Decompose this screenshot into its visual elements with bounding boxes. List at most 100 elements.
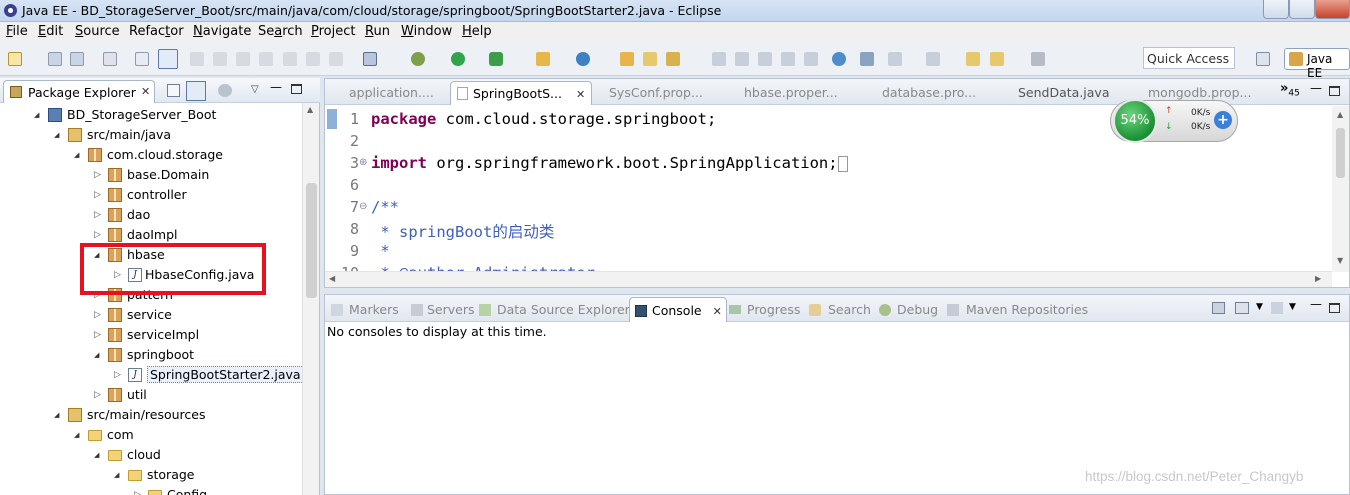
tab-progress[interactable]: Progress [729,302,800,317]
resume-icon[interactable] [190,52,204,66]
network-speed-widget[interactable]: 54% ↑ 0K/s ↓ 0K/s + [1110,99,1238,143]
collapsed-arrow-icon[interactable]: ▷ [94,230,104,240]
expanded-arrow-icon[interactable]: ◢ [74,151,84,159]
server-icon[interactable] [363,52,377,66]
pin-icon[interactable] [735,52,749,66]
run-icon[interactable] [451,52,465,66]
maximize-button[interactable] [1289,0,1315,19]
close-icon[interactable]: ✕ [576,88,585,101]
new-class-icon[interactable] [576,52,590,66]
open-type-icon[interactable] [620,52,634,66]
save-all-icon[interactable] [70,52,84,66]
disconnect-icon[interactable] [259,52,273,66]
close-icon[interactable]: ✕ [713,305,722,318]
minimize-view-icon[interactable]: — [1310,81,1322,95]
step-into-icon[interactable] [283,52,297,66]
expanded-arrow-icon[interactable]: ◢ [74,431,84,439]
tab-application-properties[interactable]: application.... [333,85,434,100]
quick-access-field[interactable]: Quick Access [1143,47,1235,69]
annotation-icon[interactable] [712,52,726,66]
scroll-right-icon[interactable]: ▶ [1315,274,1321,283]
expanded-arrow-icon[interactable]: ◢ [114,471,124,479]
console-toggle-icon[interactable] [135,52,149,66]
scroll-left-icon[interactable]: ◀ [329,274,335,283]
display-console-icon[interactable] [1235,302,1249,314]
external-tools-icon[interactable] [489,52,503,66]
expanded-arrow-icon[interactable]: ◢ [94,451,104,459]
view-menu-icon[interactable]: ▽ [251,84,259,95]
plus-icon[interactable]: + [1214,111,1232,129]
back-icon[interactable] [990,52,1004,66]
console-dropdown-icon[interactable]: ▼ [1256,302,1263,312]
maximize-view-icon[interactable] [291,84,302,94]
open-console-icon[interactable] [1212,302,1225,314]
menu-project[interactable]: Project [311,24,356,39]
package-explorer-scrollbar[interactable]: ▲ [302,103,319,495]
show-whitespace-icon[interactable] [758,52,772,66]
tab-console[interactable]: Console ✕ [629,297,727,322]
scroll-up-icon[interactable]: ▲ [1337,110,1343,119]
link-icon[interactable] [860,52,874,66]
menu-search[interactable]: Search [258,24,303,39]
collapsed-arrow-icon[interactable]: ▷ [134,490,144,495]
tab-maven-repositories[interactable]: Maven Repositories [947,302,1088,317]
scrollbar-thumb[interactable] [1336,128,1345,178]
tab-springbootstarter2[interactable]: SpringBootS... ✕ [450,81,593,105]
collapsed-arrow-icon[interactable]: ▷ [94,330,104,340]
block-select-icon[interactable] [781,52,795,66]
collapse-all-icon[interactable] [167,84,180,97]
collapsed-arrow-icon[interactable]: ▷ [94,210,104,220]
new-icon[interactable] [8,52,22,66]
tab-sysconf-properties[interactable]: SysConf.prop... [589,85,703,100]
tab-database-properties[interactable]: database.pro... [862,85,976,100]
java-ee-perspective-button[interactable]: Java EE [1284,48,1350,80]
tab-markers[interactable]: Markers [331,302,399,317]
new-java-project-icon[interactable] [536,52,550,66]
tab-senddata-java[interactable]: SendData.java [998,85,1110,100]
terminate-icon[interactable] [236,52,250,66]
last-edit-icon[interactable] [966,52,980,66]
step-over-icon[interactable] [306,52,320,66]
fold-collapse-icon[interactable]: ⊖ [359,201,367,212]
expanded-arrow-icon[interactable]: ◢ [54,131,64,139]
editor-vertical-scrollbar[interactable]: ▲ ▼ [1332,106,1349,272]
menu-navigate[interactable]: Navigate [193,24,251,39]
suspend-icon[interactable] [213,52,227,66]
view-menu-icon[interactable]: ▼ [1289,302,1296,312]
prev-annotation-icon[interactable] [926,52,940,66]
tab-search[interactable]: Search [809,302,871,317]
skip-breakpoints-icon[interactable] [158,49,178,69]
close-icon[interactable]: ✕ [141,85,150,98]
globe-icon[interactable] [832,52,846,66]
tab-package-explorer[interactable]: Package Explorer ✕ [3,80,155,103]
maximize-view-icon[interactable] [1329,303,1340,313]
tab-debug[interactable]: Debug [879,302,938,317]
filter-icon[interactable] [218,84,232,97]
collapsed-arrow-icon[interactable]: ▷ [114,370,124,380]
scroll-down-icon[interactable]: ▼ [1337,256,1343,265]
collapsed-arrow-icon[interactable]: ▷ [94,170,104,180]
minimize-view-icon[interactable]: — [270,80,282,94]
menu-file[interactable]: File [6,24,28,39]
print-icon[interactable] [103,52,117,66]
folded-imports-icon[interactable] [837,155,848,172]
forward-icon[interactable] [1031,52,1045,66]
toggle-mark-icon[interactable] [804,52,818,66]
expanded-arrow-icon[interactable]: ◢ [34,111,44,119]
collapsed-arrow-icon[interactable]: ▷ [94,190,104,200]
menu-run[interactable]: Run [365,24,390,39]
pin-console-icon[interactable] [1271,302,1283,314]
menu-edit[interactable]: Edit [38,24,63,39]
open-perspective-icon[interactable] [1256,52,1270,66]
debug-icon[interactable] [411,52,425,66]
collapsed-arrow-icon[interactable]: ▷ [94,390,104,400]
tab-servers[interactable]: Servers [411,302,475,317]
collapsed-arrow-icon[interactable]: ▷ [94,310,104,320]
expanded-arrow-icon[interactable]: ◢ [54,411,64,419]
fold-expand-icon[interactable]: ⊕ [359,157,367,168]
expanded-arrow-icon[interactable]: ◢ [94,351,104,359]
maximize-view-icon[interactable] [1329,86,1340,96]
step-return-icon[interactable] [329,52,343,66]
editor-horizontal-scrollbar[interactable]: ◀ ▶ [325,271,1332,287]
close-button[interactable] [1315,0,1350,19]
